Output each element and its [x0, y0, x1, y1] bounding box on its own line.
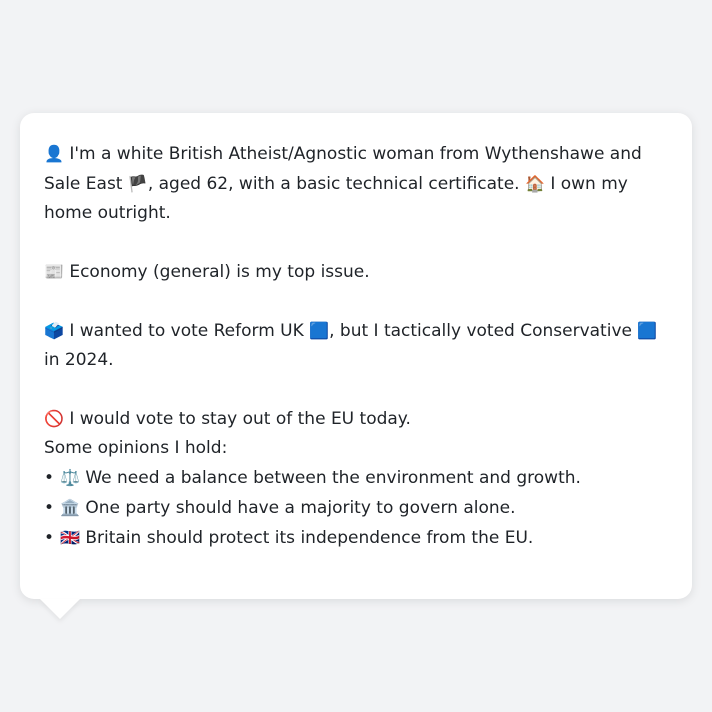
list-item: • 🏛️ One party should have a majority to …	[44, 493, 668, 523]
list-item: • 🇬🇧 Britain should protect its independe…	[44, 523, 668, 553]
house-icon: 🏠	[524, 174, 545, 193]
vote-paragraph: 🗳️ I wanted to vote Reform UK 🟦, but I t…	[44, 316, 668, 375]
bullet-mark: •	[44, 498, 55, 518]
bullet-mark: •	[44, 468, 55, 488]
prohibited-icon: 🚫	[44, 409, 64, 428]
newspaper-icon: 📰	[44, 262, 64, 281]
identity-paragraph: 👤 I'm a white British Atheist/Agnostic w…	[44, 139, 668, 228]
identity-age-text: , aged 62, with a basic technical certif…	[147, 174, 520, 194]
opinion-text: One party should have a majority to gove…	[85, 498, 516, 518]
person-silhouette-icon: 👤	[44, 144, 64, 163]
top-issue-paragraph: 📰 Economy (general) is my top issue.	[44, 257, 668, 287]
bubble-tail	[40, 599, 80, 619]
england-flag-icon: 🏴	[127, 174, 148, 193]
top-issue-text: Economy (general) is my top issue.	[69, 262, 370, 282]
persona-message-bubble: 👤 I'm a white British Atheist/Agnostic w…	[20, 113, 692, 599]
vote-text-a: I wanted to vote Reform UK	[69, 321, 304, 341]
bullet-mark: •	[44, 528, 55, 548]
eu-text: I would vote to stay out of the EU today…	[69, 409, 411, 429]
list-item: • ⚖️ We need a balance between the enviro…	[44, 463, 668, 493]
eu-paragraph: 🚫 I would vote to stay out of the EU tod…	[44, 404, 668, 434]
opinions-heading: Some opinions I hold:	[44, 438, 228, 458]
opinion-text: Britain should protect its independence …	[85, 528, 534, 548]
vote-text-c: in 2024.	[44, 350, 114, 370]
opinions-list: • ⚖️ We need a balance between the enviro…	[44, 463, 668, 553]
uk-flag-icon: 🇬🇧	[60, 528, 80, 547]
vote-text-b: , but I tactically voted Conservative	[329, 321, 632, 341]
party-conservative-icon: 🟦	[637, 321, 658, 340]
scales-icon: ⚖️	[60, 468, 80, 487]
party-reform-icon: 🟦	[309, 321, 330, 340]
opinions-section: Some opinions I hold: • ⚖️ We need a bala…	[44, 434, 668, 553]
classical-building-icon: 🏛️	[60, 498, 80, 517]
opinion-text: We need a balance between the environmen…	[85, 468, 581, 488]
ballot-box-icon: 🗳️	[44, 321, 64, 340]
